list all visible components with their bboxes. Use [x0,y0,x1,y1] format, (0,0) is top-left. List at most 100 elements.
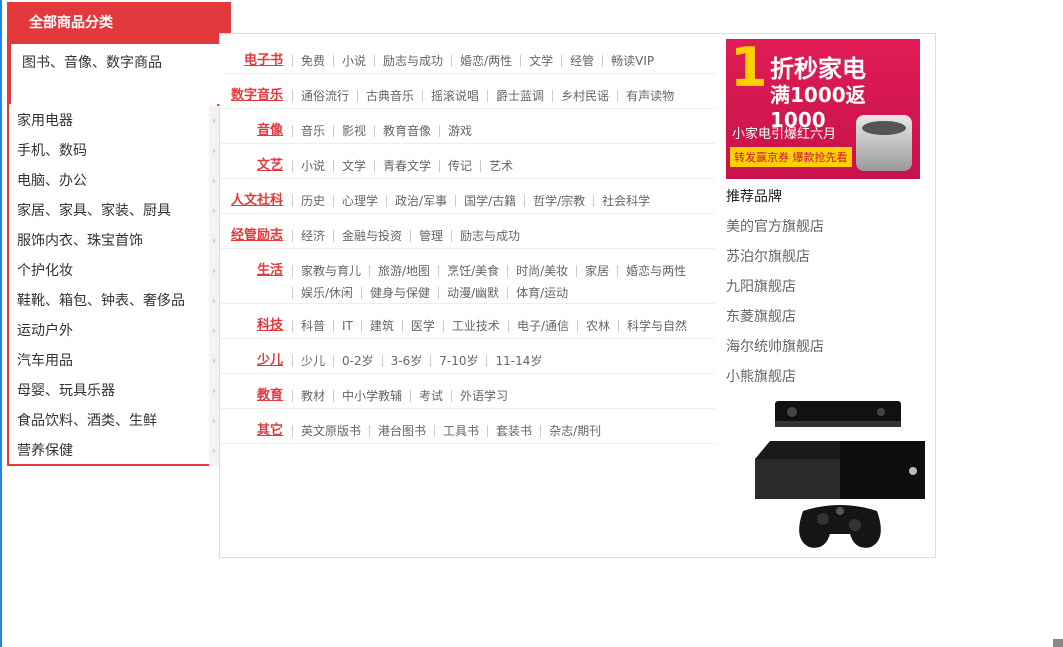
brand-store-link[interactable]: 苏泊尔旗舰店 [726,246,810,266]
category-item[interactable]: 服饰内衣、珠宝首饰 › [9,226,219,256]
category-item[interactable]: 运动户外 › [9,316,219,346]
promo-cta[interactable]: 转发赢京券 爆款抢先看 [730,147,852,167]
subcategory-link[interactable]: 影视 [333,125,374,137]
subcategory-link[interactable]: 古典音乐 [357,90,422,102]
subcategory-link[interactable]: 婚恋/两性 [451,55,520,67]
all-categories-header[interactable]: 全部商品分类 [7,2,231,44]
subcategory-link[interactable]: 医学 [401,320,443,332]
subcategory-link[interactable]: 体育/运动 [507,287,576,299]
subcategory-link[interactable]: 文学 [333,160,374,172]
subcategory-link[interactable]: 经济 [292,230,333,242]
subcategory-link[interactable]: 教育音像 [374,125,439,137]
subcategory-title-link[interactable]: 其它 [257,419,283,438]
category-item[interactable]: 食品饮料、酒类、生鲜 › [9,406,219,436]
subcategory-link[interactable]: 国学/古籍 [455,195,524,207]
subcategory-link[interactable]: 哲学/宗教 [524,195,593,207]
subcategory-link[interactable]: 烹饪/美食 [438,265,507,277]
subcategory-link[interactable]: IT [333,320,361,332]
category-item[interactable]: 家用电器 › [9,106,219,136]
subcategory-link[interactable]: 娱乐/休闲 [292,287,361,299]
subcategory-title-link[interactable]: 经管励志 [231,224,283,243]
subcategory-link[interactable]: 金融与投资 [333,230,410,242]
subcategory-link[interactable]: 动漫/幽默 [438,287,507,299]
category-item[interactable]: 营养保健 › [9,436,219,466]
subcategory-link[interactable]: 小说 [292,160,333,172]
subcategory-title-link[interactable]: 数字音乐 [231,84,283,103]
subcategory-link[interactable]: 农林 [576,320,618,332]
subcategory-link[interactable]: 中小学教辅 [333,390,410,402]
subcategory-link[interactable]: 健身与保健 [361,287,438,299]
category-item[interactable]: 个护化妆 › [9,256,219,286]
subcategory-link[interactable]: 爵士蓝调 [487,90,552,102]
subcategory-link[interactable]: 管理 [410,230,451,242]
category-item[interactable]: 母婴、玩具乐器 › [9,376,219,406]
subcategory-link[interactable]: 励志与成功 [451,230,528,242]
subcategory-link[interactable]: 7-10岁 [430,355,486,367]
subcategory-title-link[interactable]: 科技 [257,314,283,333]
subcategory-link[interactable]: 电子/通信 [507,320,577,332]
subcategory-link[interactable]: 婚恋与两性 [617,265,694,277]
subcategory-link[interactable]: 通俗流行 [292,90,357,102]
subcategory-link[interactable]: 小说 [333,55,374,67]
subcategory-link[interactable]: 乡村民谣 [552,90,617,102]
category-item[interactable]: 汽车用品 › [9,346,219,376]
category-item-label: 服饰内衣、珠宝首饰 [17,233,143,249]
subcategory-link[interactable]: 家居 [576,265,617,277]
subcategory-link[interactable]: 游戏 [439,125,480,137]
subcategory-link[interactable]: 教材 [292,390,333,402]
subcategory-link[interactable]: 有声读物 [617,90,682,102]
subcategory-link[interactable]: 套装书 [487,425,540,437]
subcategory-link[interactable]: 传记 [439,160,480,172]
subcategory-link[interactable]: 外语学习 [451,390,516,402]
brand-store-link[interactable]: 小熊旗舰店 [726,366,796,386]
category-item[interactable]: 电脑、办公 › [9,166,219,196]
subcategory-link[interactable]: 英文原版书 [292,425,369,437]
subcategory-link[interactable]: 社会科学 [593,195,658,207]
subcategory-link[interactable]: 工业技术 [442,320,508,332]
category-item[interactable]: 鞋靴、箱包、钟表、奢侈品 › [9,286,219,316]
brand-store-link[interactable]: 九阳旗舰店 [726,276,796,296]
subcategory-link[interactable]: 建筑 [360,320,402,332]
subcategory-link[interactable]: 历史 [292,195,333,207]
subcategory-link[interactable]: 0-2岁 [333,355,382,367]
category-item-books-active[interactable]: 图书、音像、数字商品 [9,44,224,104]
subcategory-link[interactable]: 摇滚说唱 [422,90,487,102]
subcategory-link[interactable]: 旅游/地图 [369,265,438,277]
subcategory-title-link[interactable]: 教育 [257,384,283,403]
subcategory-link[interactable]: 励志与成功 [374,55,451,67]
subcategory-link[interactable]: 心理学 [333,195,386,207]
subcategory-link[interactable]: 政治/军事 [386,195,455,207]
subcategory-link[interactable]: 3-6岁 [381,355,431,367]
brand-store-link[interactable]: 海尔统帅旗舰店 [726,336,824,356]
subcategory-title-link[interactable]: 少儿 [257,349,283,368]
subcategory-link[interactable]: 青春文学 [374,160,439,172]
subcategory-link[interactable]: 港台图书 [369,425,434,437]
promo-banner[interactable]: 1 折秒家电 满1000返1000 小家电引爆红六月 转发赢京券 爆款抢先看 [726,39,920,179]
subcategory-link[interactable]: 少儿 [292,355,333,367]
category-item[interactable]: 手机、数码 › [9,136,219,166]
subcategory-link[interactable]: 文学 [520,55,561,67]
subcategory-link[interactable]: 工具书 [434,425,487,437]
subcategory-title-link[interactable]: 音像 [257,119,283,138]
subcategory-link[interactable]: 考试 [410,390,451,402]
subcategory-link[interactable]: 科普 [292,320,333,332]
subcategory-link[interactable]: 家教与育儿 [292,265,369,277]
subcategory-link[interactable]: 科学与自然 [618,320,695,332]
category-item[interactable]: 家居、家具、家装、厨具 › [9,196,219,226]
subcategory-link[interactable]: 经管 [561,55,602,67]
subcategory-link[interactable]: 时尚/美妆 [507,265,576,277]
subcategory-link[interactable]: 杂志/期刊 [540,425,609,437]
subcategory-title-link[interactable]: 电子书 [244,49,283,68]
chevron-right-icon: › [209,346,219,376]
brand-store-link[interactable]: 美的官方旗舰店 [726,216,824,236]
brand-store-link[interactable]: 东菱旗舰店 [726,306,796,326]
subcategory-link[interactable]: 音乐 [292,125,333,137]
subcategory-link[interactable]: 艺术 [480,160,521,172]
subcategory-link[interactable]: 11-14岁 [486,355,550,367]
subcategory-title-link[interactable]: 生活 [257,259,283,278]
subcategory-title-link[interactable]: 文艺 [257,154,283,173]
chevron-right-icon: › [209,406,219,436]
subcategory-link[interactable]: 免费 [292,55,333,67]
subcategory-link[interactable]: 畅读VIP [602,55,662,67]
subcategory-title-link[interactable]: 人文社科 [231,189,283,208]
